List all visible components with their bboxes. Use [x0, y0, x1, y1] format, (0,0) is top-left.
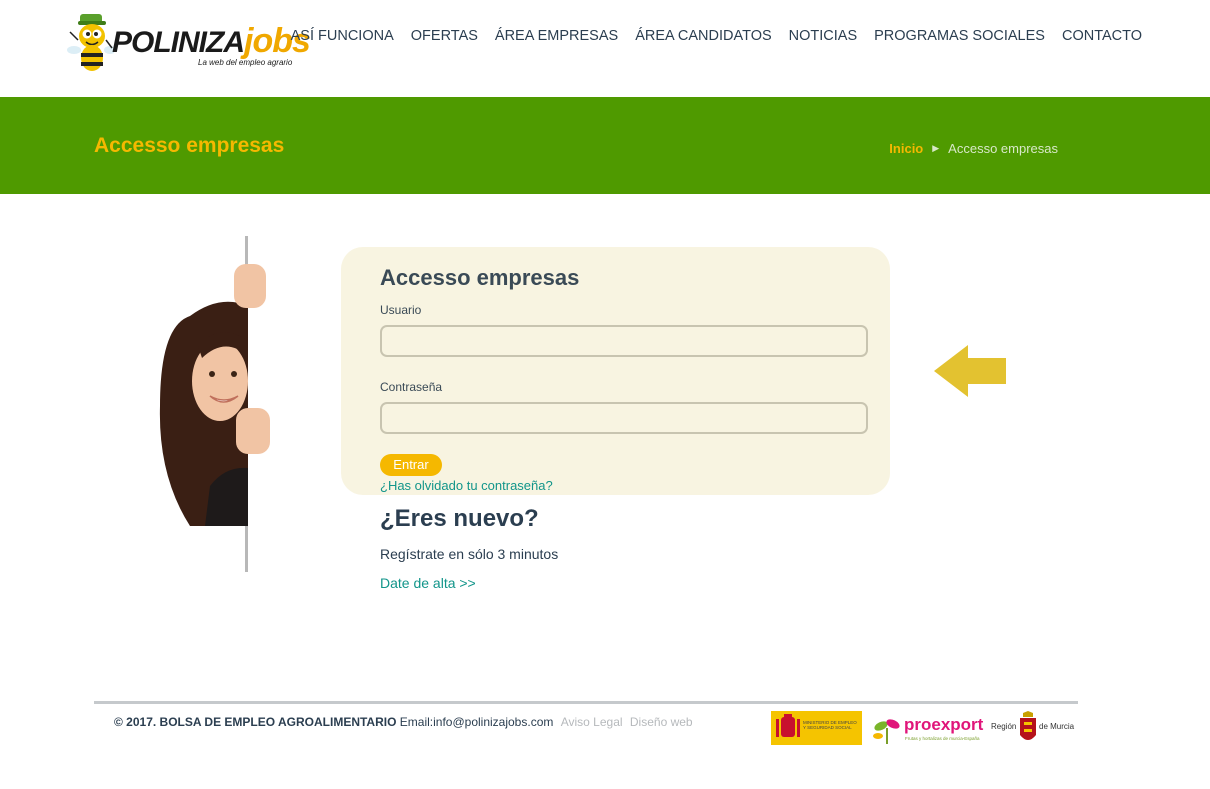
user-label: Usuario — [380, 303, 422, 317]
region-murcia-logo: Región de Murcia — [990, 711, 1076, 747]
login-submit-button[interactable]: Entrar — [380, 454, 442, 476]
arrow-left-icon — [934, 345, 1006, 397]
new-user-title: ¿Eres nuevo? — [380, 505, 539, 532]
forgot-password-link[interactable]: ¿Has olvidado tu contraseña? — [380, 478, 553, 493]
nav-area-candidatos[interactable]: ÁREA CANDIDATOS — [635, 28, 771, 44]
murcia-text-left: Región — [991, 722, 1017, 731]
nav-noticias[interactable]: NOTICIAS — [789, 28, 857, 44]
breadcrumb-home-link[interactable]: Inicio — [889, 141, 923, 156]
login-title: Accesso empresas — [380, 265, 580, 290]
site-logo[interactable]: POLINIZAjobs La web del empleo agrario — [66, 12, 311, 76]
nav-area-empresas[interactable]: ÁREA EMPRESAS — [495, 28, 618, 44]
sprout-icon — [873, 719, 900, 744]
proexport-name: proexport — [904, 715, 984, 734]
user-input[interactable] — [380, 325, 868, 357]
breadcrumb: Inicio ▶ Accesso empresas — [889, 141, 1058, 156]
spain-coat-of-arms-icon — [776, 714, 800, 737]
nav-asi-funciona[interactable]: ASÍ FUNCIONA — [291, 28, 394, 44]
murcia-shield-icon — [1020, 711, 1036, 740]
page-banner: Accesso empresas Inicio ▶ Accesso empres… — [0, 97, 1210, 194]
web-design-link[interactable]: Diseño web — [630, 715, 693, 729]
password-input[interactable] — [380, 402, 868, 434]
proexport-logo: proexport Frutas y hortalizas de murcia-… — [872, 714, 984, 746]
nav-programas-sociales[interactable]: PROGRAMAS SOCIALES — [874, 28, 1045, 44]
breadcrumb-separator-icon: ▶ — [932, 143, 940, 153]
register-link[interactable]: Date de alta >> — [380, 575, 476, 591]
password-label: Contraseña — [380, 380, 443, 394]
footer-text: © 2017. BOLSA DE EMPLEO AGROALIMENTARIO … — [114, 715, 693, 729]
logo-word-poliniza: POLINIZA — [112, 26, 245, 59]
ministerio-text: MINISTERIO DE EMPLEO Y SEGURIDAD SOCIAL — [803, 720, 857, 730]
logo-tagline: La web del empleo agrario — [198, 58, 293, 67]
footer-divider — [94, 701, 1078, 704]
main-nav: ASÍ FUNCIONA OFERTAS ÁREA EMPRESAS ÁREA … — [274, 28, 1142, 44]
nav-ofertas[interactable]: OFERTAS — [411, 28, 478, 44]
murcia-text-right: de Murcia — [1039, 722, 1075, 731]
page-title: Accesso empresas — [94, 134, 285, 157]
bee-mascot-icon — [67, 14, 114, 71]
login-card: Accesso empresas Usuario Contraseña Entr… — [341, 247, 890, 495]
woman-peeking-image — [159, 236, 270, 572]
proexport-subtitle: Frutas y hortalizas de murcia-España — [905, 736, 980, 741]
footer-copyright: © 2017. BOLSA DE EMPLEO AGROALIMENTARIO — [114, 715, 397, 729]
legal-notice-link[interactable]: Aviso Legal — [561, 715, 623, 729]
nav-contacto[interactable]: CONTACTO — [1062, 28, 1142, 44]
breadcrumb-current: Accesso empresas — [948, 141, 1058, 156]
new-user-text: Regístrate en sólo 3 minutos — [380, 546, 559, 562]
footer-email: Email:info@polinizajobs.com — [399, 715, 554, 729]
ministerio-logo: MINISTERIO DE EMPLEO Y SEGURIDAD SOCIAL — [771, 711, 862, 745]
site-header: POLINIZAjobs La web del empleo agrario A… — [0, 0, 1210, 97]
